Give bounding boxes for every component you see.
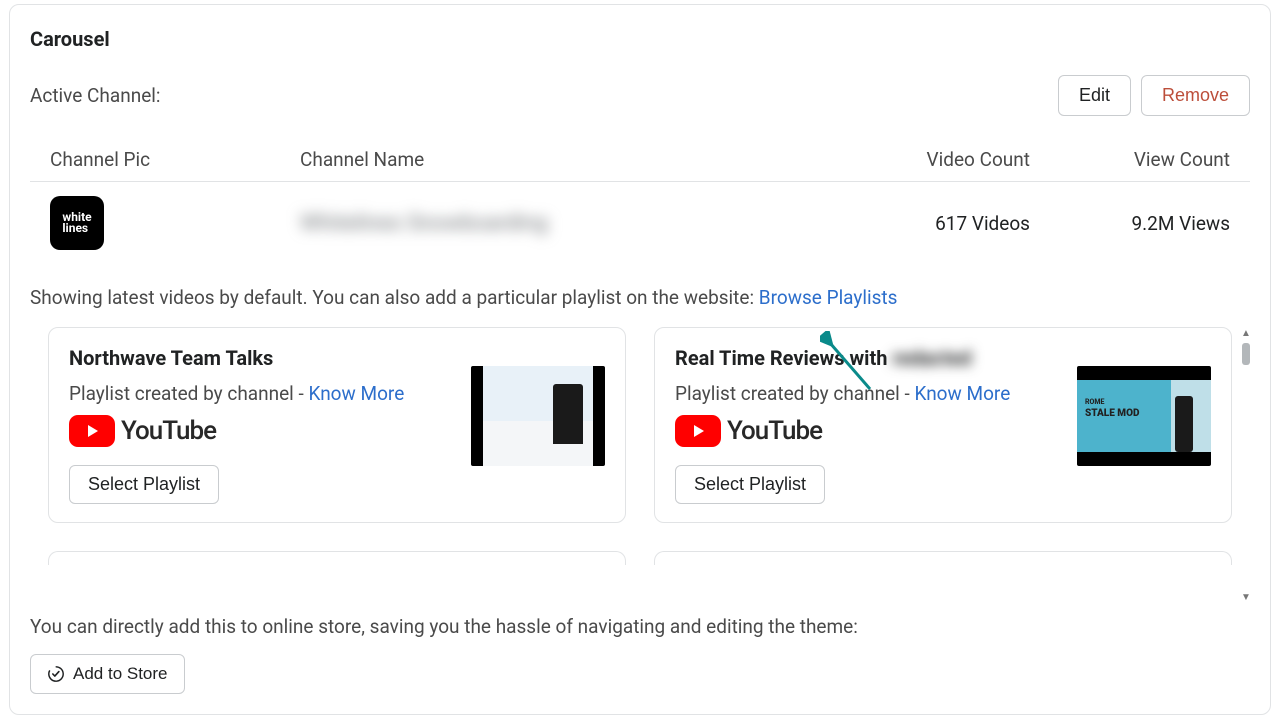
- youtube-text: YouTube: [727, 416, 822, 446]
- view-count: 9.2M Views: [1030, 212, 1230, 235]
- channel-table: Channel Pic Channel Name Video Count Vie…: [30, 138, 1250, 264]
- playlist-title: Northwave Team Talks: [69, 346, 451, 370]
- active-channel-label: Active Channel:: [30, 84, 161, 107]
- playlist-peek-row: [48, 551, 1232, 565]
- playlist-thumbnail: ROME STALE MOD: [1077, 366, 1211, 466]
- edit-button[interactable]: Edit: [1058, 75, 1131, 116]
- select-playlist-button[interactable]: Select Playlist: [69, 465, 219, 504]
- youtube-logo: YouTube: [69, 415, 451, 447]
- col-header-name: Channel Name: [300, 148, 830, 171]
- channel-pic: whitelines: [50, 196, 300, 250]
- helper-text: Showing latest videos by default. You ca…: [30, 286, 759, 309]
- thumb-label: STALE MOD: [1085, 408, 1139, 419]
- select-playlist-button[interactable]: Select Playlist: [675, 465, 825, 504]
- playlist-card: Real Time Reviews with redacted Playlist…: [654, 327, 1232, 523]
- footer-helper: You can directly add this to online stor…: [30, 615, 1250, 638]
- playlist-area: Northwave Team Talks Playlist created by…: [30, 327, 1250, 565]
- know-more-link[interactable]: Know More: [914, 382, 1010, 405]
- channel-pic-thumb: whitelines: [50, 196, 104, 250]
- col-header-view-count: View Count: [1030, 148, 1230, 171]
- browse-playlists-link[interactable]: Browse Playlists: [759, 286, 898, 309]
- playlist-grid: Northwave Team Talks Playlist created by…: [48, 327, 1232, 523]
- youtube-play-icon: [675, 415, 721, 447]
- add-to-store-button[interactable]: Add to Store: [30, 654, 185, 694]
- add-to-store-label: Add to Store: [73, 664, 168, 684]
- channel-actions: Edit Remove: [1058, 75, 1250, 116]
- table-row: whitelines Whitelines Snowboarding 617 V…: [30, 182, 1250, 264]
- scroll-thumb[interactable]: [1242, 343, 1250, 365]
- scroll-up-icon[interactable]: ▲: [1241, 327, 1251, 341]
- channel-name: Whitelines Snowboarding: [300, 211, 830, 236]
- section-title: Carousel: [30, 27, 1250, 51]
- youtube-logo: YouTube: [675, 415, 1057, 447]
- youtube-play-icon: [69, 415, 115, 447]
- add-check-icon: [47, 665, 65, 683]
- playlist-scrollbar[interactable]: ▲ ▼: [1240, 327, 1252, 605]
- playlist-card: Northwave Team Talks Playlist created by…: [48, 327, 626, 523]
- col-header-pic: Channel Pic: [50, 148, 300, 171]
- know-more-link[interactable]: Know More: [308, 382, 404, 405]
- remove-button[interactable]: Remove: [1141, 75, 1250, 116]
- playlist-subtitle: Playlist created by channel - Know More: [69, 382, 451, 405]
- col-header-video-count: Video Count: [830, 148, 1030, 171]
- scroll-down-icon[interactable]: ▼: [1241, 591, 1251, 605]
- playlist-title: Real Time Reviews with redacted: [675, 346, 1057, 370]
- carousel-card: Carousel Active Channel: Edit Remove Cha…: [9, 4, 1271, 715]
- youtube-text: YouTube: [121, 416, 216, 446]
- thumb-label: ROME: [1085, 398, 1104, 406]
- table-header: Channel Pic Channel Name Video Count Vie…: [30, 138, 1250, 182]
- playlist-thumbnail: [471, 366, 605, 466]
- channel-name-blurred: Whitelines Snowboarding: [300, 211, 548, 236]
- active-channel-row: Active Channel: Edit Remove: [30, 75, 1250, 116]
- playlist-subtitle: Playlist created by channel - Know More: [675, 382, 1057, 405]
- playlist-helper: Showing latest videos by default. You ca…: [30, 286, 1250, 309]
- video-count: 617 Videos: [830, 212, 1030, 235]
